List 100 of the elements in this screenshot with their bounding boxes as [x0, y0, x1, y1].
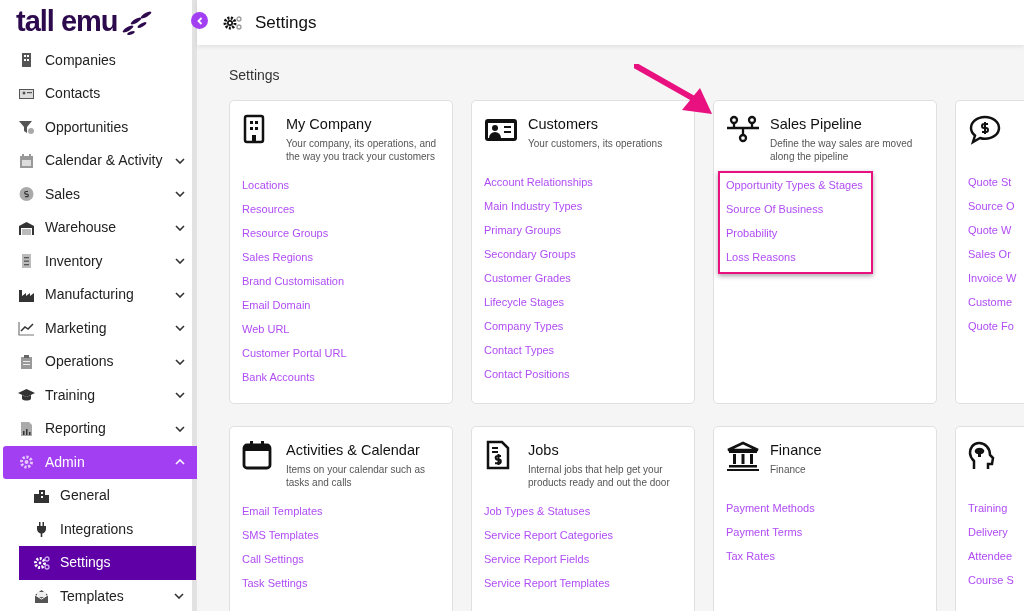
- sidebar-item[interactable]: Integrations: [19, 512, 196, 546]
- card-title: Jobs: [528, 441, 560, 460]
- settings-link[interactable]: Opportunity Types & Stages: [726, 177, 863, 193]
- settings-link[interactable]: Company Types: [484, 318, 564, 334]
- sidebar-item[interactable]: Sales: [3, 177, 197, 211]
- settings-link[interactable]: Bank Accounts: [242, 369, 315, 385]
- settings-link[interactable]: Task Settings: [242, 575, 308, 591]
- settings-link[interactable]: Source O: [968, 198, 1015, 214]
- settings-link[interactable]: Course S: [968, 572, 1014, 588]
- buildings-icon: [33, 487, 50, 504]
- card-title: Sales Pipeline: [770, 115, 863, 134]
- settings-link[interactable]: Delivery: [968, 524, 1008, 540]
- settings-link[interactable]: Secondary Groups: [484, 246, 576, 262]
- speech-bubble-dollar-icon: [968, 114, 1002, 146]
- settings-link[interactable]: Quote St: [968, 174, 1012, 190]
- sidebar-item[interactable]: Operations: [3, 345, 197, 379]
- settings-link[interactable]: Training: [968, 500, 1008, 516]
- chevron-icon: [175, 224, 185, 231]
- settings-link[interactable]: Contact Types: [484, 342, 555, 358]
- card-description: Items on your calendar such as tasks and calls: [286, 463, 425, 489]
- settings-link[interactable]: Call Settings: [242, 551, 304, 567]
- settings-link[interactable]: Contact Positions: [484, 366, 570, 382]
- settings-gear-icon: [223, 14, 243, 31]
- settings-link[interactable]: Email Templates: [242, 503, 323, 519]
- settings-link[interactable]: Job Types & Statuses: [484, 503, 591, 519]
- card-description: Your customers, its operations: [528, 137, 663, 150]
- card-title: Activities & Calendar: [286, 441, 421, 460]
- funnel-icon: [18, 119, 35, 136]
- chevron-icon: [175, 425, 185, 432]
- sidebar-item[interactable]: Opportunities: [3, 110, 197, 144]
- settings-link[interactable]: Service Report Categories: [484, 527, 613, 543]
- settings-link[interactable]: Source Of Business: [726, 201, 824, 217]
- warehouse-icon: [18, 219, 35, 236]
- settings-link[interactable]: Loss Reasons: [726, 249, 796, 265]
- chevron-icon: [174, 593, 184, 600]
- page-title: Settings: [255, 11, 317, 34]
- settings-link[interactable]: Resources: [242, 201, 295, 217]
- settings-link[interactable]: Tax Rates: [726, 548, 775, 564]
- sidebar-item[interactable]: Reporting: [3, 412, 197, 446]
- card-title: My Company: [286, 115, 373, 134]
- chevron-left-icon: [195, 16, 204, 25]
- settings-link[interactable]: Sales Or: [968, 246, 1011, 262]
- sidebar-item[interactable]: Companies: [3, 43, 197, 77]
- settings-link[interactable]: Email Domain: [242, 297, 311, 313]
- clipboard-icon: [18, 353, 35, 370]
- sidebar-item[interactable]: Templates: [19, 579, 196, 611]
- card-description: Define the way sales are moved along the pipeline: [770, 137, 913, 163]
- settings-link[interactable]: Probability: [726, 225, 778, 241]
- chevron-icon: [175, 291, 185, 298]
- settings-link[interactable]: Custome: [968, 294, 1013, 310]
- sidebar-item[interactable]: Marketing: [3, 311, 197, 345]
- settings-link[interactable]: Primary Groups: [484, 222, 562, 238]
- settings-link[interactable]: Service Report Templates: [484, 575, 610, 591]
- card-title: Finance: [770, 441, 822, 460]
- sidebar-item[interactable]: General: [19, 479, 196, 513]
- chevron-icon: [175, 258, 185, 265]
- report-icon: [18, 420, 35, 437]
- card-description: Your company, its operations, and the way you track your customers: [286, 137, 437, 163]
- settings-link[interactable]: Lifecycle Stages: [484, 294, 565, 310]
- settings-link[interactable]: Account Relationships: [484, 174, 593, 190]
- chevron-icon: [175, 191, 185, 198]
- section-heading: Settings: [229, 66, 281, 85]
- settings-link[interactable]: Customer Portal URL: [242, 345, 347, 361]
- settings-link[interactable]: SMS Templates: [242, 527, 319, 543]
- settings-link[interactable]: Sales Regions: [242, 249, 313, 265]
- sidebar-item[interactable]: Training: [3, 378, 197, 412]
- sidebar-item[interactable]: Manufacturing: [3, 278, 197, 312]
- settings-link[interactable]: Service Report Fields: [484, 551, 590, 567]
- card-description: Finance: [770, 463, 807, 476]
- coin-icon: [18, 186, 35, 203]
- settings-link[interactable]: Attendee: [968, 548, 1013, 564]
- settings-link[interactable]: Resource Groups: [242, 225, 329, 241]
- settings-link[interactable]: Web URL: [242, 321, 290, 337]
- settings-link[interactable]: Main Industry Types: [484, 198, 583, 214]
- calendar-icon: [18, 152, 35, 169]
- settings-link[interactable]: Locations: [242, 177, 290, 193]
- sidebar-item[interactable]: Calendar & Activity: [3, 144, 197, 178]
- card-title: Customers: [528, 115, 600, 134]
- settings-link[interactable]: Quote Fo: [968, 318, 1014, 334]
- chevron-icon: [175, 157, 185, 164]
- chart-icon: [18, 320, 35, 337]
- gears-icon: [33, 554, 50, 571]
- envelope-icon: [33, 588, 50, 605]
- chevron-icon: [175, 358, 185, 365]
- gear-icon: [18, 454, 35, 471]
- chevron-icon: [175, 459, 185, 466]
- settings-link[interactable]: Payment Terms: [726, 524, 803, 540]
- bank-icon: [726, 440, 760, 472]
- settings-link[interactable]: Quote W: [968, 222, 1012, 238]
- chevron-icon: [175, 392, 185, 399]
- sidebar-item[interactable]: Contacts: [3, 77, 197, 111]
- settings-link[interactable]: Payment Methods: [726, 500, 815, 516]
- settings-link[interactable]: Customer Grades: [484, 270, 571, 286]
- settings-link[interactable]: Invoice W: [968, 270, 1017, 286]
- sidebar-item[interactable]: Warehouse: [3, 211, 197, 245]
- chevron-icon: [175, 325, 185, 332]
- settings-link[interactable]: Brand Customisation: [242, 273, 345, 289]
- sidebar-item[interactable]: Inventory: [3, 244, 197, 278]
- sidebar-item[interactable]: Admin: [3, 445, 197, 479]
- sidebar-item[interactable]: Settings: [19, 546, 196, 580]
